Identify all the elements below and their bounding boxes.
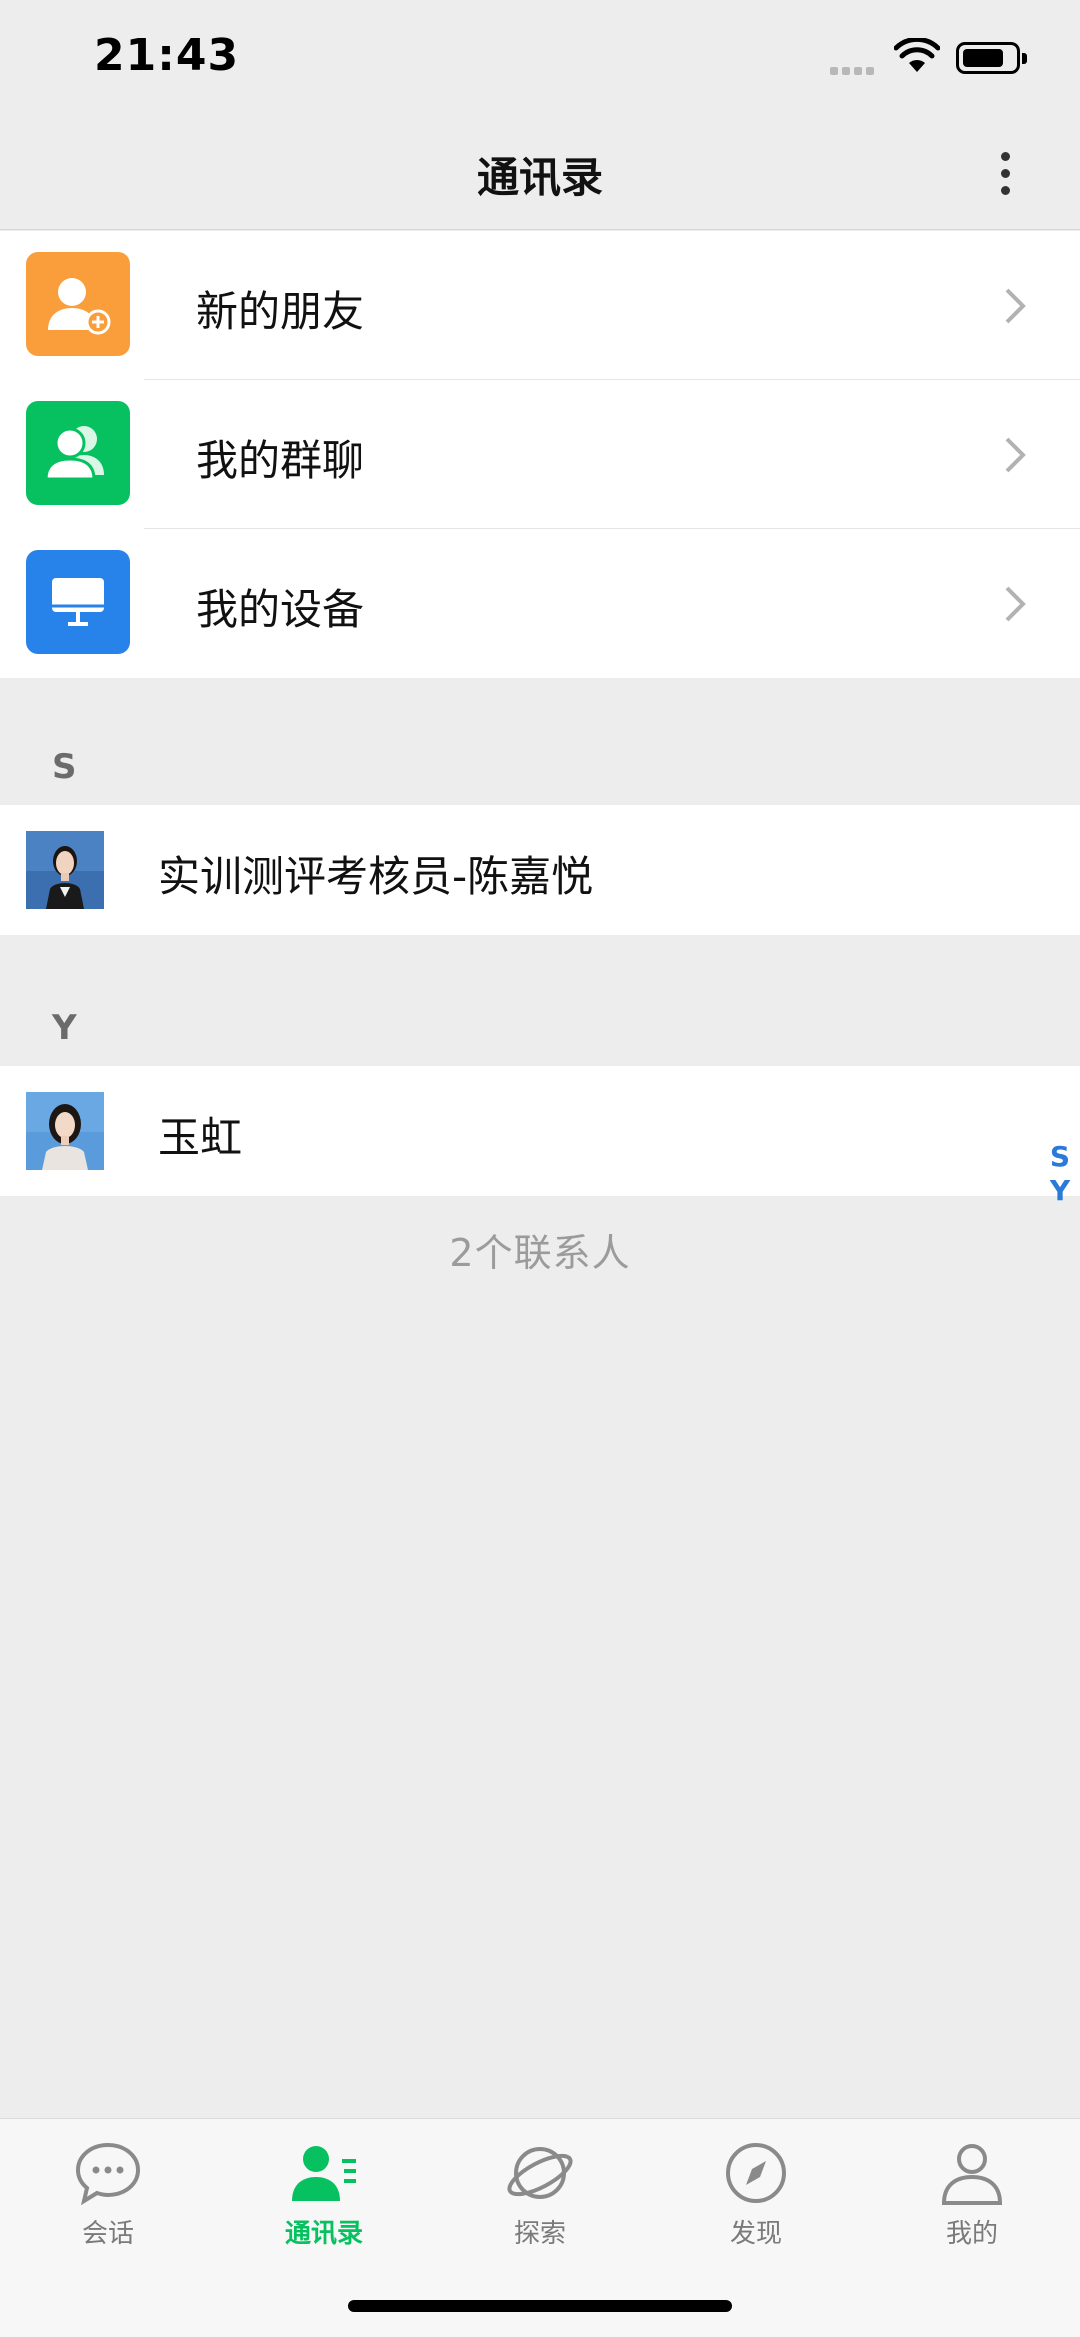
- group-chat-icon: [26, 401, 130, 505]
- contact-name: 实训测评考核员-陈嘉悦: [158, 852, 594, 901]
- chevron-right-icon: [1005, 437, 1026, 473]
- menu-item-new-friends[interactable]: 新的朋友: [0, 231, 1080, 380]
- section-header-y: Y: [52, 1008, 77, 1048]
- compass-icon: [726, 2143, 786, 2203]
- person-icon: [941, 2144, 1003, 2205]
- menu-item-my-devices[interactable]: 我的设备: [0, 529, 1080, 678]
- home-indicator: [348, 2300, 732, 2312]
- contact-count: 2个联系人: [449, 1231, 631, 1275]
- tab-discover[interactable]: 发现: [648, 2137, 864, 2257]
- menu-label-new-friends: 新的朋友: [196, 287, 365, 336]
- tab-label: 发现: [729, 2219, 782, 2249]
- chat-bubble-icon: [75, 2142, 141, 2206]
- chevron-right-icon: [1005, 586, 1026, 622]
- section-header-s: S: [52, 747, 77, 787]
- contact-row[interactable]: 玉虹: [0, 1066, 1080, 1196]
- avatar: [26, 831, 104, 909]
- contacts-icon: [292, 2146, 356, 2201]
- status-time: 21:43: [94, 30, 240, 81]
- battery-icon: [956, 42, 1027, 74]
- menu-item-group-chats[interactable]: 我的群聊: [0, 380, 1080, 529]
- tab-label: 通讯录: [284, 2219, 363, 2249]
- page-title: 通讯录: [476, 153, 603, 202]
- add-friend-icon: [26, 252, 130, 356]
- tab-label: 会话: [81, 2219, 134, 2249]
- tab-explore[interactable]: 探索: [432, 2137, 648, 2257]
- menu-label-my-devices: 我的设备: [196, 585, 365, 634]
- wifi-icon: [894, 38, 940, 72]
- index-letter-y[interactable]: Y: [1048, 1174, 1072, 1208]
- contacts-screen: 21:43 通讯录 新的朋友 我的群聊 我的设备 S 实训测评考核员-陈嘉悦 Y…: [0, 0, 1080, 2337]
- device-icon: [26, 550, 130, 654]
- tab-me[interactable]: 我的: [864, 2137, 1080, 2257]
- contact-row[interactable]: 实训测评考核员-陈嘉悦: [0, 805, 1080, 935]
- tab-contacts[interactable]: 通讯录: [216, 2137, 432, 2257]
- contacts-entry-menu: 新的朋友 我的群聊 我的设备: [0, 231, 1080, 678]
- signal-icon: [830, 60, 878, 79]
- more-options-icon[interactable]: [990, 146, 1020, 202]
- alphabet-index-bar[interactable]: S Y: [1048, 1140, 1072, 1208]
- menu-label-group-chats: 我的群聊: [196, 436, 365, 485]
- tab-chats[interactable]: 会话: [0, 2137, 216, 2257]
- tab-label: 探索: [513, 2219, 566, 2249]
- planet-icon: [507, 2147, 573, 2199]
- chevron-right-icon: [1005, 288, 1026, 324]
- index-letter-s[interactable]: S: [1048, 1140, 1072, 1174]
- contact-name: 玉虹: [158, 1113, 243, 1162]
- tab-label: 我的: [945, 2219, 998, 2249]
- status-bar: 21:43: [0, 0, 1080, 120]
- nav-bar: 通讯录: [0, 120, 1080, 230]
- avatar: [26, 1092, 104, 1170]
